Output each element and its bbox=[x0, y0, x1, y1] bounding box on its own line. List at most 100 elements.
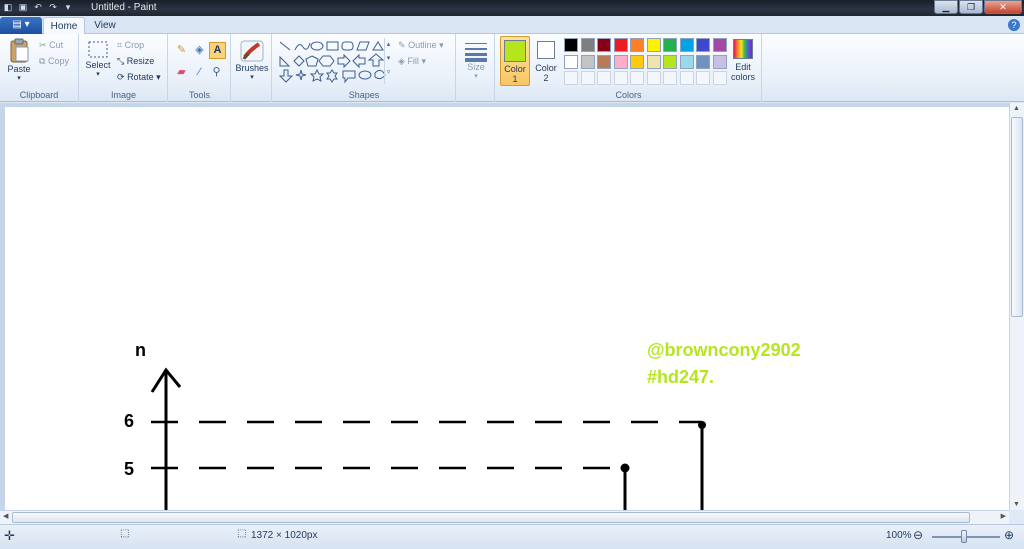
shapes-scroll[interactable]: ▴ ▾ ▿ bbox=[384, 38, 392, 84]
custom-color-slot[interactable] bbox=[646, 71, 661, 85]
shapes-gallery[interactable] bbox=[277, 39, 395, 87]
shapes-group-label: Shapes bbox=[348, 90, 380, 100]
save-icon[interactable]: ▣ bbox=[17, 2, 29, 13]
color1-button[interactable]: Color 1 bbox=[500, 36, 530, 86]
custom-color-slot[interactable] bbox=[712, 71, 727, 85]
custom-color-slot[interactable] bbox=[597, 71, 611, 85]
size-group: Size ▾ bbox=[457, 34, 495, 102]
drawing-canvas[interactable]: n 6 5 @browncony2902 #hd247. bbox=[5, 107, 1009, 510]
palette-swatch[interactable] bbox=[564, 54, 578, 69]
palette-swatch[interactable] bbox=[712, 38, 727, 52]
palette-swatch[interactable] bbox=[663, 54, 677, 69]
vertical-scrollbar[interactable]: ▲ ▼ bbox=[1009, 103, 1024, 510]
color-picker-icon[interactable]: ⁄ bbox=[192, 65, 207, 80]
custom-color-slot[interactable] bbox=[679, 71, 694, 85]
horizontal-scrollbar[interactable]: ◀ ▶ bbox=[0, 510, 1009, 524]
fill-bucket-icon[interactable]: ◈ bbox=[192, 43, 207, 58]
palette-swatch[interactable] bbox=[630, 54, 644, 69]
paste-label: Paste bbox=[7, 64, 31, 74]
horizontal-scroll-thumb[interactable] bbox=[12, 512, 970, 523]
palette-swatch[interactable] bbox=[712, 54, 727, 69]
restore-button[interactable]: ❐ bbox=[959, 0, 983, 14]
palette-swatch[interactable] bbox=[613, 54, 628, 69]
scroll-down-icon[interactable]: ▼ bbox=[1013, 501, 1020, 508]
paste-dropdown-icon: ▾ bbox=[17, 75, 21, 82]
clipboard-group-label: Clipboard bbox=[19, 90, 59, 100]
axis-label-n: n bbox=[135, 340, 146, 360]
palette-swatch[interactable] bbox=[597, 38, 611, 52]
cut-button[interactable]: ✂ Cut bbox=[39, 40, 63, 51]
vertical-scroll-thumb[interactable] bbox=[1011, 117, 1023, 317]
palette-swatch[interactable] bbox=[613, 38, 628, 52]
palette-swatch[interactable] bbox=[597, 54, 611, 69]
palette-swatch[interactable] bbox=[696, 38, 710, 52]
paste-button[interactable]: Paste ▾ bbox=[5, 38, 33, 82]
palette-swatch[interactable] bbox=[696, 54, 710, 69]
paint-app-icon[interactable]: ◧ bbox=[2, 2, 14, 13]
help-icon[interactable]: ? bbox=[1008, 19, 1020, 31]
palette-swatch[interactable] bbox=[580, 54, 595, 69]
outline-label: Outline bbox=[408, 40, 437, 50]
size-label: Size bbox=[467, 62, 485, 72]
custom-color-slot[interactable] bbox=[564, 71, 578, 85]
canvas-size-icon: ⬚ bbox=[237, 528, 247, 539]
palette-swatch[interactable] bbox=[564, 38, 578, 52]
minimize-button[interactable]: ▁ bbox=[934, 0, 958, 14]
stem-5-dot bbox=[620, 463, 630, 473]
color2-label-a: Color bbox=[535, 63, 557, 73]
undo-icon[interactable]: ↶ bbox=[32, 2, 44, 13]
clipboard-group: Paste ▾ ✂ Cut ⧉ Copy Clipboard bbox=[0, 34, 79, 102]
resize-label: Resize bbox=[126, 56, 155, 66]
outline-icon: ✎ bbox=[398, 40, 406, 50]
palette-swatch[interactable] bbox=[663, 38, 677, 52]
palette-swatch[interactable] bbox=[679, 54, 694, 69]
text-tool-icon[interactable]: A bbox=[209, 42, 226, 59]
close-button[interactable]: ✕ bbox=[984, 0, 1022, 14]
edit-colors-label-b: colors bbox=[730, 72, 755, 82]
palette-swatch[interactable] bbox=[630, 38, 644, 52]
colors-group: Color 1 Color 2 Edit colors Colors bbox=[496, 34, 762, 102]
select-dropdown-icon: ▾ bbox=[96, 71, 100, 78]
copy-button[interactable]: ⧉ Copy bbox=[39, 56, 69, 67]
rotate-button[interactable]: ⟳ Rotate ▾ bbox=[117, 72, 161, 83]
brushes-button[interactable]: Brushes ▾ bbox=[235, 39, 269, 81]
copy-label: Copy bbox=[47, 56, 69, 66]
crop-button[interactable]: ⌗ Crop bbox=[117, 40, 144, 51]
fill-button[interactable]: ◈ Fill ▾ bbox=[398, 56, 426, 67]
resize-button[interactable]: ⤡ Resize bbox=[117, 56, 154, 67]
custom-color-slot[interactable] bbox=[580, 71, 595, 85]
zoom-out-icon[interactable]: ⊖ bbox=[913, 528, 923, 542]
zoom-slider-thumb[interactable] bbox=[961, 530, 967, 543]
custom-color-slot[interactable] bbox=[630, 71, 644, 85]
scroll-left-icon[interactable]: ◀ bbox=[3, 512, 8, 520]
crop-icon: ⌗ bbox=[117, 40, 123, 50]
custom-color-slot[interactable] bbox=[696, 71, 710, 85]
custom-color-slot[interactable] bbox=[663, 71, 677, 85]
pencil-icon[interactable]: ✎ bbox=[174, 43, 189, 58]
zoom-in-icon[interactable]: ⊕ bbox=[1004, 528, 1014, 542]
image-group-label: Image bbox=[110, 90, 136, 100]
color2-button[interactable]: Color 2 bbox=[533, 36, 559, 86]
edit-colors-button[interactable]: Edit colors bbox=[728, 36, 758, 86]
tab-home[interactable]: Home bbox=[43, 17, 85, 35]
tab-view[interactable]: View bbox=[86, 17, 124, 35]
scroll-right-icon[interactable]: ▶ bbox=[1001, 512, 1006, 520]
select-button[interactable]: Select ▾ bbox=[84, 40, 112, 78]
outline-dropdown-icon: ▾ bbox=[439, 40, 444, 50]
customize-toolbar-icon[interactable]: ▾ bbox=[62, 2, 74, 13]
palette-swatch[interactable] bbox=[646, 54, 661, 69]
eraser-icon[interactable]: ▰ bbox=[174, 65, 189, 80]
custom-color-slot[interactable] bbox=[613, 71, 628, 85]
palette-swatch[interactable] bbox=[679, 38, 694, 52]
quick-access-toolbar: ◧ ▣ ↶ ↷ ▾ bbox=[2, 2, 74, 13]
palette-swatch[interactable] bbox=[646, 38, 661, 52]
scroll-up-icon[interactable]: ▲ bbox=[1013, 105, 1020, 112]
fill-dropdown-icon: ▾ bbox=[421, 56, 426, 66]
select-label: Select bbox=[85, 60, 111, 70]
file-menu-button[interactable]: ▤ ▾ bbox=[0, 17, 42, 34]
outline-button[interactable]: ✎ Outline ▾ bbox=[398, 40, 444, 51]
palette-swatch[interactable] bbox=[580, 38, 595, 52]
magnifier-icon[interactable]: ⚲ bbox=[209, 65, 224, 80]
redo-icon[interactable]: ↷ bbox=[47, 2, 59, 13]
size-button[interactable]: Size ▾ bbox=[461, 40, 491, 80]
